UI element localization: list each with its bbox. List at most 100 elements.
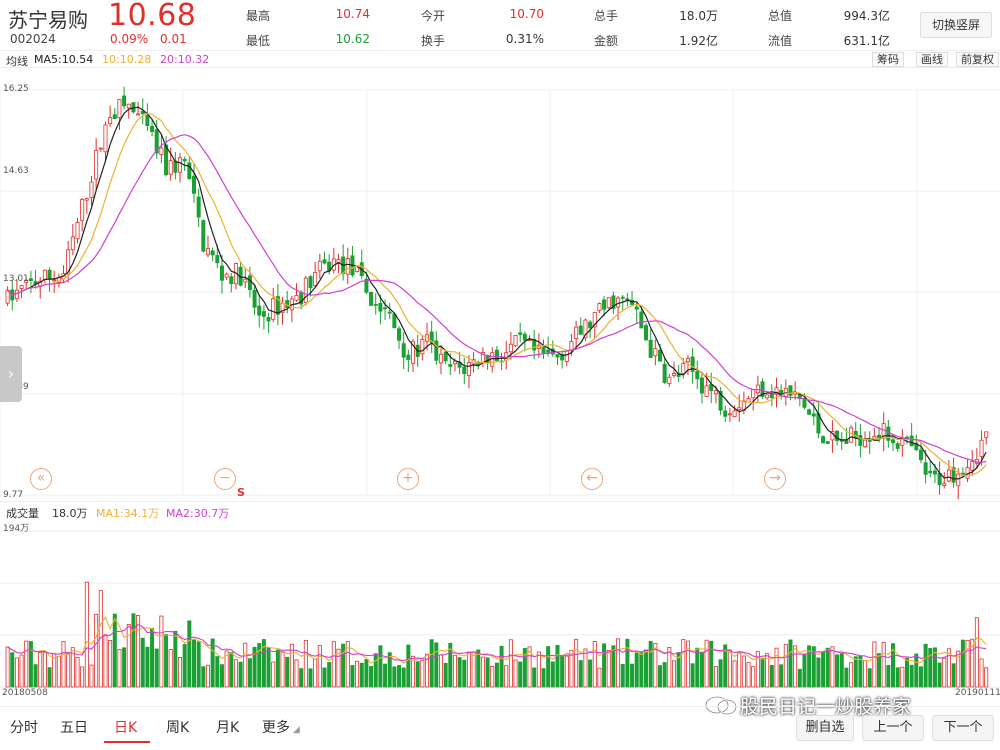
candle-body <box>383 307 388 310</box>
candle-body <box>84 198 89 201</box>
volume-bar <box>10 652 15 688</box>
candle-body <box>541 346 546 354</box>
volume-bar <box>75 656 80 688</box>
volume-bar <box>122 647 127 688</box>
volume-bar <box>569 649 574 688</box>
volume-bar <box>47 667 52 688</box>
volume-bar <box>28 641 33 688</box>
candle-body <box>807 409 812 415</box>
candle-body <box>52 279 57 282</box>
candle-body <box>406 354 411 361</box>
volume-bar <box>616 638 621 688</box>
volume-bar <box>471 651 476 688</box>
draw-line-button[interactable]: 画线 <box>916 52 948 67</box>
stat-value-amount: 1.92亿 <box>679 34 718 48</box>
end-date-label: 20190111 <box>955 688 1000 698</box>
rewind-icon[interactable]: « <box>30 468 52 490</box>
volume-bar <box>285 656 290 688</box>
y-tick-label: 14.63 <box>3 166 29 176</box>
volume-bar <box>280 651 285 688</box>
tab-more[interactable]: 更多 ◢ <box>262 717 300 737</box>
volume-bar <box>713 666 718 688</box>
volume-bar <box>452 654 457 688</box>
tab-five-day[interactable]: 五日 <box>60 717 88 737</box>
stat-label-volume: 总手 <box>594 9 619 23</box>
switch-portrait-button[interactable]: 切换竖屏 <box>920 12 992 38</box>
tab-intraday[interactable]: 分时 <box>10 717 38 737</box>
dropdown-icon: ◢ <box>290 725 300 735</box>
volume-bar <box>951 663 956 688</box>
candle-body <box>317 260 322 272</box>
candle-body <box>336 258 341 263</box>
volume-bar <box>690 663 695 688</box>
candle-body <box>681 363 686 375</box>
adjust-button[interactable]: 前复权 <box>956 52 999 67</box>
volume-bar <box>327 662 332 688</box>
volume-bar <box>84 581 89 688</box>
volume-chart[interactable] <box>0 519 1000 689</box>
candle-body <box>462 366 467 375</box>
candle-body <box>229 276 234 285</box>
zoom-out-icon[interactable]: − <box>214 468 236 490</box>
volume-bar <box>56 655 61 688</box>
candle-body <box>574 326 579 339</box>
tab-monthly-k[interactable]: 月K <box>216 717 239 737</box>
candle-body <box>168 160 173 175</box>
next-button[interactable]: 下一个 <box>932 715 994 741</box>
volume-bar <box>373 653 378 688</box>
stat-label-market-cap: 总值 <box>768 9 793 23</box>
volume-bar <box>588 659 593 688</box>
stock-code: 002024 <box>10 32 56 46</box>
side-panel-handle[interactable]: › <box>0 346 22 402</box>
volume-bar <box>606 650 611 688</box>
volume-bar <box>802 653 807 688</box>
kline-chart[interactable] <box>0 68 1000 501</box>
candle-body <box>923 462 928 475</box>
volume-bar <box>434 642 439 688</box>
volume-bar <box>145 646 150 688</box>
volume-bar <box>205 664 210 688</box>
candle-body <box>70 236 75 251</box>
volume-bar <box>965 639 970 688</box>
volume-bar <box>466 651 471 688</box>
candle-body <box>294 294 299 301</box>
candle-body <box>98 147 103 150</box>
scroll-left-icon[interactable]: ← <box>581 468 603 490</box>
volume-bar <box>369 666 374 688</box>
candle-body <box>877 434 882 438</box>
volume-bar <box>592 641 597 688</box>
volume-bar <box>504 665 509 688</box>
candle-body <box>578 325 583 335</box>
volume-bar <box>322 667 327 688</box>
candle-body <box>150 125 155 132</box>
candle-body <box>313 271 318 286</box>
tab-weekly-k[interactable]: 周K <box>166 717 189 737</box>
tab-daily-k[interactable]: 日K <box>114 717 137 737</box>
chips-button[interactable]: 筹码 <box>872 52 904 67</box>
remove-watchlist-button[interactable]: 删自选 <box>796 715 854 741</box>
previous-button[interactable]: 上一个 <box>862 715 924 741</box>
candle-body <box>112 114 117 120</box>
volume-bar <box>420 659 425 688</box>
scroll-right-icon[interactable]: → <box>764 468 786 490</box>
volume-bar <box>918 666 923 688</box>
volume-bar <box>718 659 723 688</box>
candle-body <box>732 410 737 417</box>
candle-body <box>518 332 523 335</box>
volume-bar <box>849 662 854 688</box>
volume-bar <box>299 668 304 688</box>
volume-bar <box>331 641 336 688</box>
volume-bar <box>243 642 248 688</box>
candle-body <box>569 341 574 351</box>
volume-bar <box>760 657 765 688</box>
candle-body <box>886 426 891 441</box>
volume-bar <box>308 668 313 688</box>
candle-body <box>564 350 569 362</box>
candle-body <box>285 300 290 308</box>
candle-body <box>644 325 649 341</box>
candle-body <box>271 298 276 320</box>
zoom-in-icon[interactable]: + <box>397 468 419 490</box>
volume-bar <box>564 655 569 688</box>
volume-bar <box>191 639 196 688</box>
stat-label-open: 今开 <box>421 9 446 23</box>
